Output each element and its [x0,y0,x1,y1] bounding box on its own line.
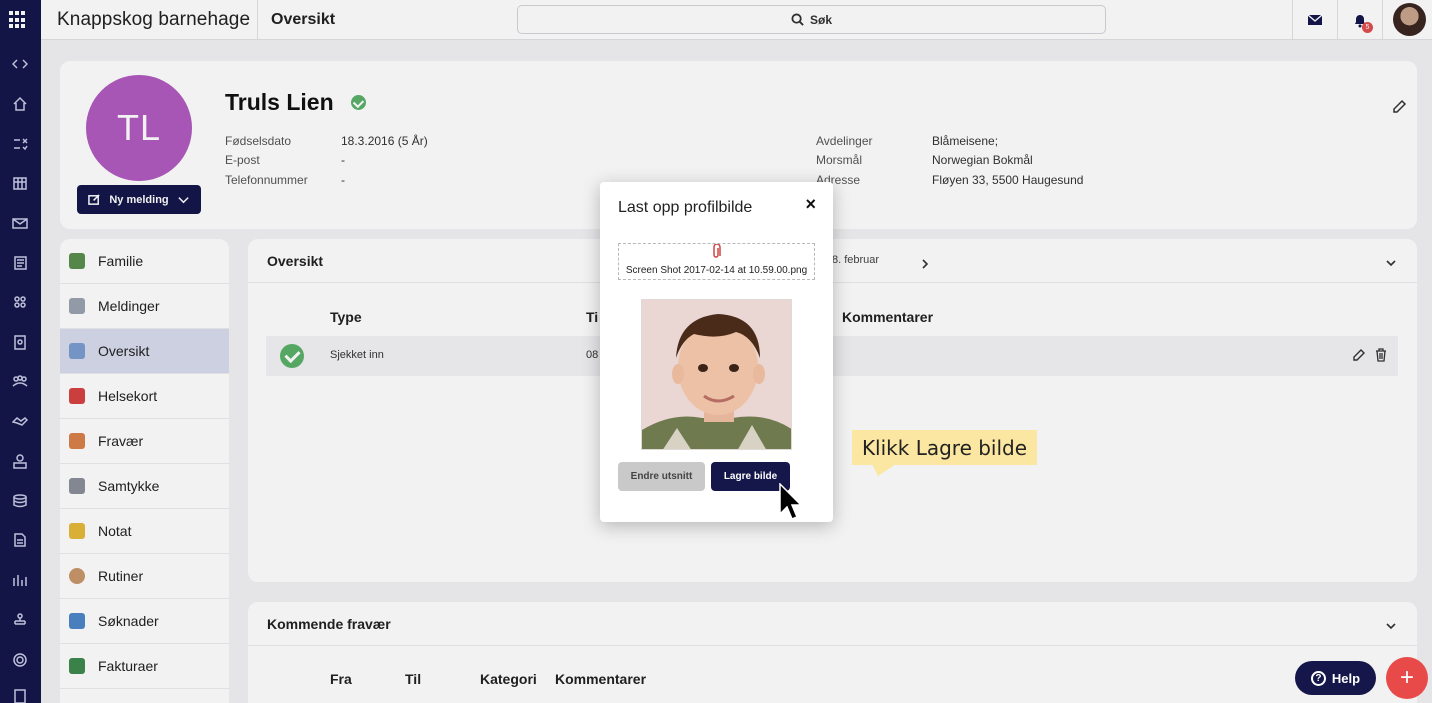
profile-photo-preview [641,299,792,450]
close-icon[interactable]: × [805,194,816,215]
help-label: Help [1331,670,1361,686]
paperclip-icon [710,243,722,260]
upload-profile-picture-modal: Last opp profilbilde × Screen Shot 2017-… [600,182,833,522]
callout-tail [872,464,896,476]
help-button[interactable]: ? Help [1295,661,1376,695]
help-icon: ? [1310,670,1326,686]
file-name: Screen Shot 2017-02-14 at 10.59.00.png [625,265,808,276]
mouse-cursor-icon [779,483,801,520]
file-dropzone[interactable]: Screen Shot 2017-02-14 at 10.59.00.png [618,243,815,280]
tutorial-callout: Klikk Lagre bilde [852,430,1037,465]
crop-button[interactable]: Endre utsnitt [618,462,705,491]
modal-title: Last opp profilbilde [618,199,753,216]
add-button[interactable]: + [1386,657,1428,699]
